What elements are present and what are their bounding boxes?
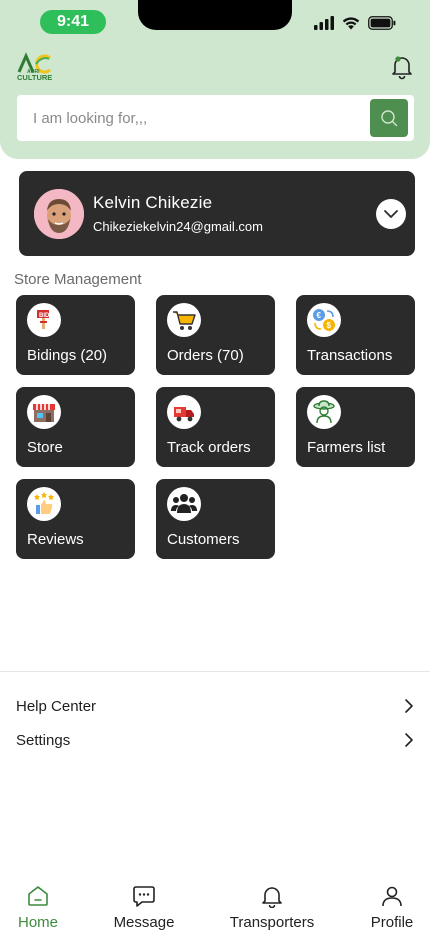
notification-bell-icon[interactable] (390, 54, 414, 80)
bottom-navigation: Home Message Transporters Profile (0, 872, 430, 940)
users-icon (167, 487, 201, 521)
nav-home[interactable]: Home (17, 884, 59, 931)
svg-text:$: $ (327, 321, 332, 330)
svg-text:€: € (317, 311, 322, 320)
tile-label: Customers (167, 531, 240, 548)
signal-icon (314, 16, 334, 30)
cart-icon (167, 303, 201, 337)
tile-customers[interactable]: Customers (156, 479, 275, 559)
tile-label: Farmers list (307, 439, 386, 456)
tile-reviews[interactable]: Reviews (16, 479, 135, 559)
user-icon (382, 886, 402, 907)
search-icon (381, 110, 398, 127)
help-center-label: Help Center (16, 697, 97, 715)
status-icons (314, 16, 396, 30)
header: 9:41 CULTURE AGRI (0, 0, 430, 159)
message-icon (133, 886, 155, 907)
tile-track-orders[interactable]: Track orders (156, 387, 275, 467)
search-button[interactable] (370, 99, 408, 137)
profile-name: Kelvin Chikezie (93, 193, 213, 212)
nav-transporters[interactable]: Transporters (226, 884, 318, 931)
store-management-heading: Store Management (14, 271, 142, 288)
delivery-truck-icon (167, 395, 201, 429)
nav-profile-label: Profile (370, 914, 414, 931)
profile-email: Chikeziekelvin24@gmail.com (93, 219, 263, 234)
chevron-down-icon (384, 210, 398, 218)
nav-transporters-label: Transporters (229, 914, 315, 931)
divider (0, 671, 430, 672)
device-notch (138, 0, 292, 30)
tile-bidings[interactable]: BID Bidings (20) (16, 295, 135, 375)
chevron-right-icon (405, 699, 413, 713)
exchange-icon: € $ (307, 303, 341, 337)
agriculture-logo[interactable]: CULTURE AGRI (16, 52, 56, 82)
nav-message[interactable]: Message (112, 884, 176, 931)
tile-label: Track orders (167, 439, 251, 456)
search-bar (17, 95, 414, 141)
nav-profile[interactable]: Profile (366, 884, 418, 931)
tile-label: Transactions (307, 347, 393, 364)
settings-row[interactable]: Settings (16, 726, 414, 754)
wifi-icon (342, 17, 360, 30)
tile-label: Bidings (20) (27, 347, 108, 364)
help-center-row[interactable]: Help Center (16, 692, 414, 720)
home-icon (28, 886, 48, 906)
farmer-icon (307, 395, 341, 429)
battery-icon (368, 16, 396, 30)
tile-label: Reviews (27, 531, 84, 548)
svg-text:AGRI: AGRI (27, 69, 40, 75)
nav-message-label: Message (113, 914, 175, 931)
bell-icon (262, 887, 282, 908)
nav-home-label: Home (17, 914, 58, 931)
status-time: 9:41 (40, 10, 106, 34)
profile-expand-button[interactable] (376, 199, 406, 229)
tile-transactions[interactable]: € $ Transactions (296, 295, 415, 375)
chevron-right-icon (405, 733, 413, 747)
avatar (34, 188, 84, 239)
tile-farmers-list[interactable]: Farmers list (296, 387, 415, 467)
search-input[interactable] (17, 95, 370, 141)
store-icon (27, 395, 61, 429)
thumbs-up-icon (27, 487, 61, 521)
tile-orders[interactable]: Orders (70) (156, 295, 275, 375)
tile-label: Store (27, 439, 63, 456)
auction-icon: BID (27, 303, 61, 337)
profile-card[interactable]: Kelvin Chikezie Chikeziekelvin24@gmail.c… (19, 171, 415, 256)
tile-label: Orders (70) (167, 347, 244, 364)
tile-store[interactable]: Store (16, 387, 135, 467)
settings-label: Settings (16, 731, 71, 749)
